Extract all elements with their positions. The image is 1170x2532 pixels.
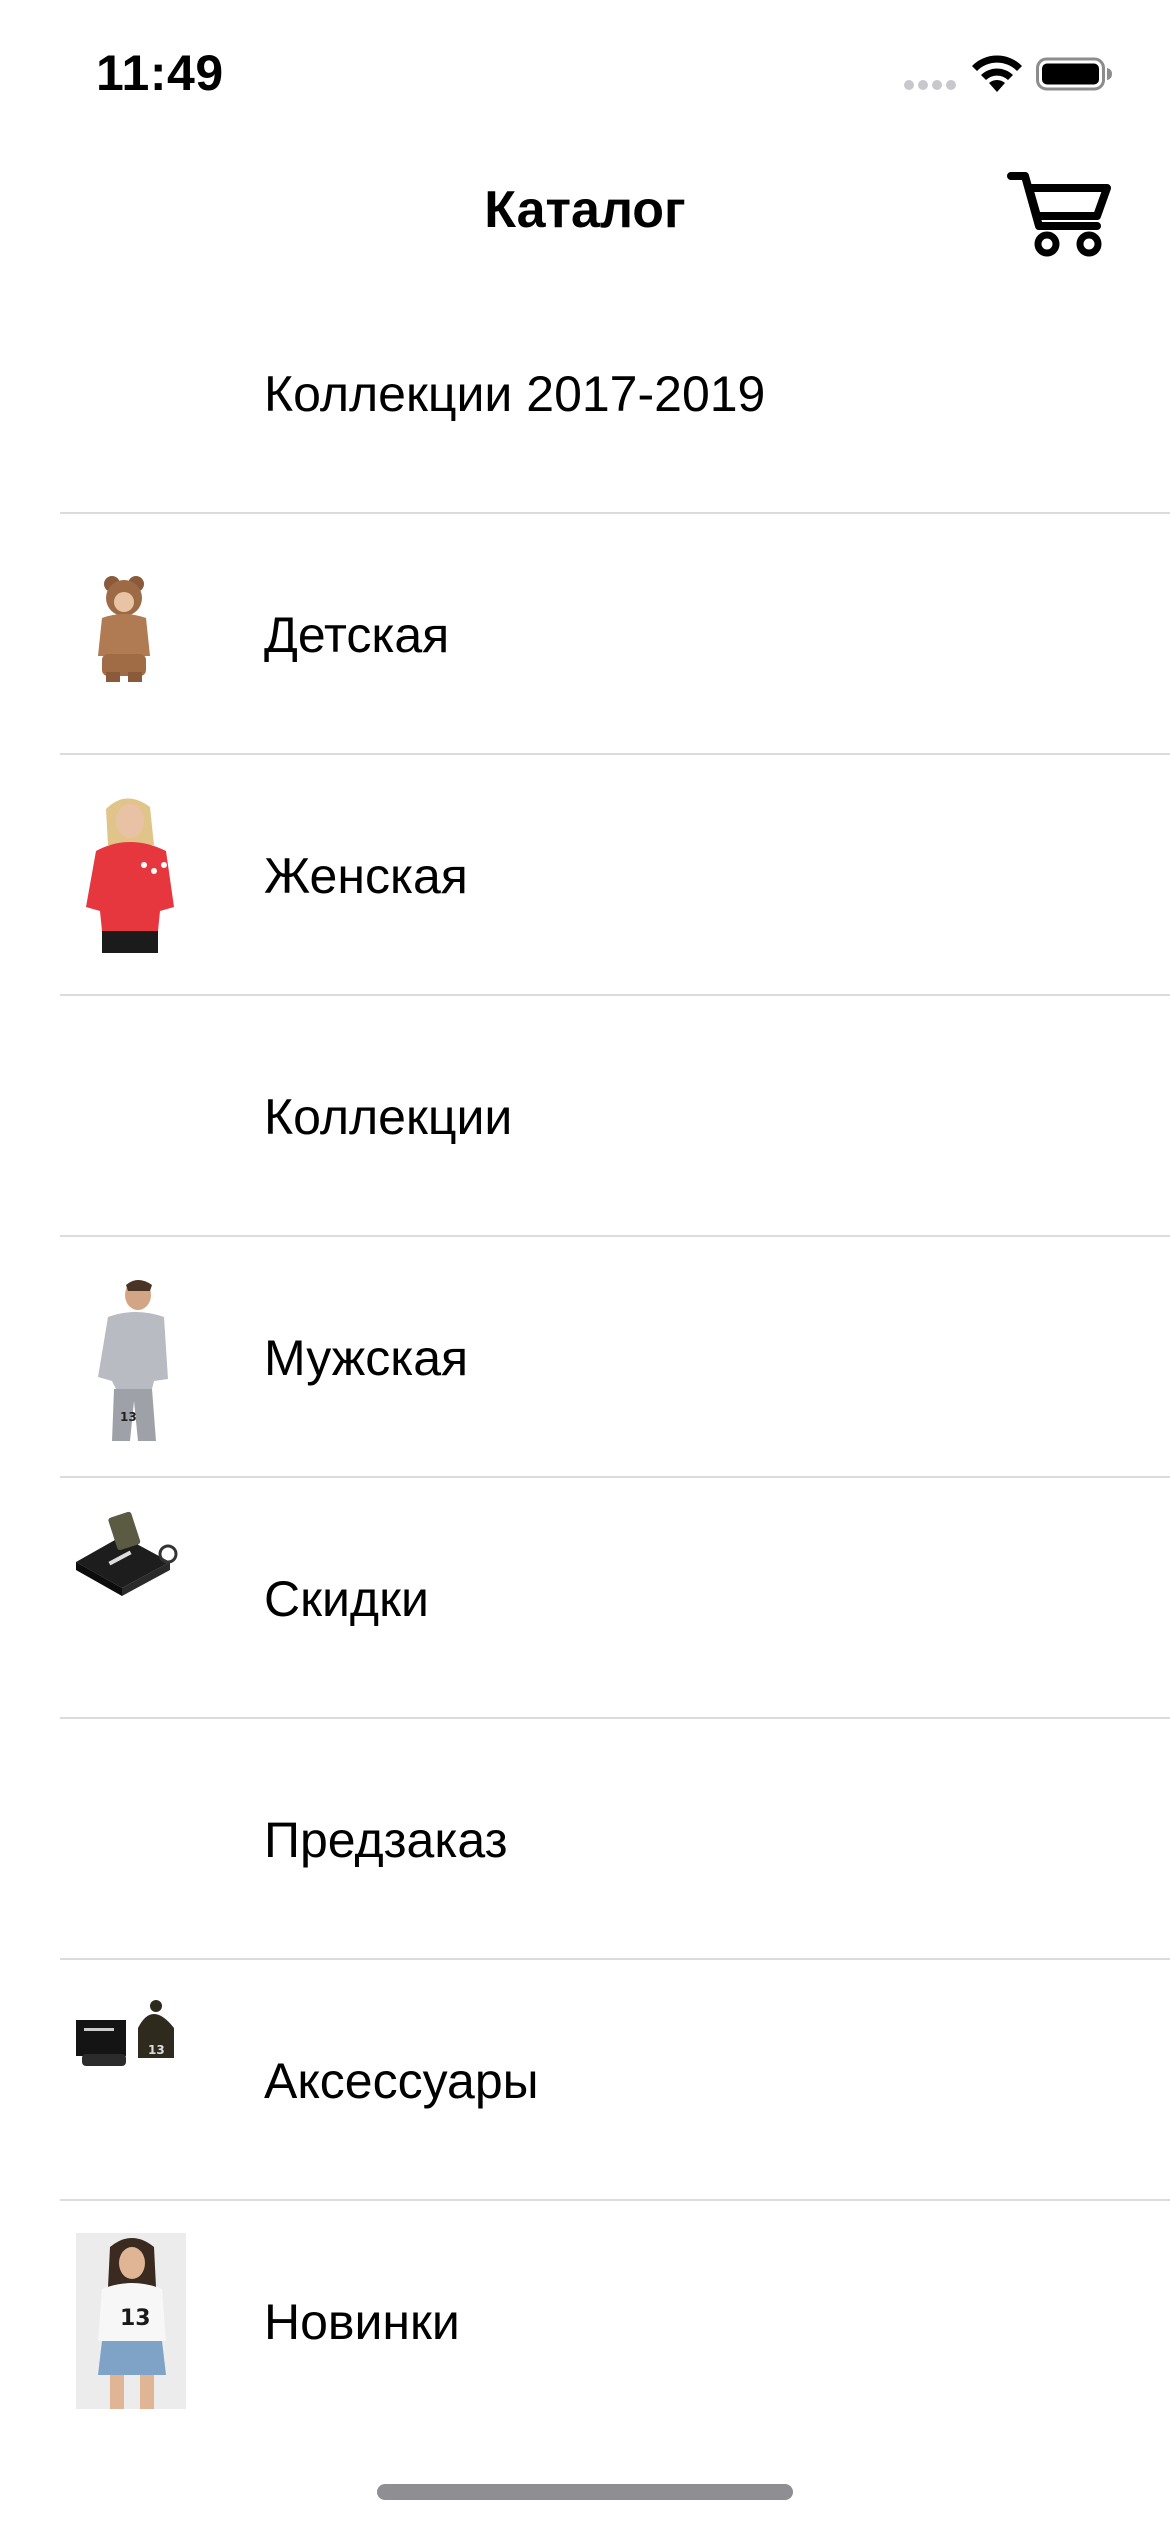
kids-hoodie-photo [98,576,150,682]
signal-dots-icon [904,80,956,90]
list-item-sale[interactable]: Скидки [0,1478,1170,1719]
men-grey-tracksuit-photo: 13 [98,1280,168,1441]
catalog-list: Коллекции 2017-2019 Детская Женская Колл… [0,273,1170,2442]
list-item-label: Мужская [264,1329,469,1386]
list-item-label: Женская [264,847,468,904]
page-title: Каталог [484,181,686,239]
woman-tshirt-13-photo: 13 [76,2233,186,2409]
list-item-preorder[interactable]: Предзаказ [0,1719,1170,1960]
status-time: 11:49 [96,45,224,101]
list-item-women[interactable]: Женская [0,755,1170,996]
women-red-sweatshirt-photo [86,798,174,953]
status-bar: 11:49 [0,0,1170,140]
list-item-label: Аксессуары [264,2052,539,2109]
list-item-kids[interactable]: Детская [0,514,1170,755]
list-item-label: Новинки [264,2293,460,2350]
list-item-label: Коллекции 2017-2019 [264,365,766,422]
list-item-label: Коллекции [264,1088,513,1145]
svg-text:13: 13 [120,2306,151,2331]
list-item-collections-2017-2019[interactable]: Коллекции 2017-2019 [0,273,1170,514]
list-item-label: Предзаказ [264,1811,508,1868]
list-item-accessories[interactable]: 13 Аксессуары [0,1960,1170,2201]
list-item-men[interactable]: 13 Мужская [0,1237,1170,1478]
home-indicator[interactable] [377,2484,793,2500]
battery-icon [1036,57,1112,91]
list-item-label: Детская [264,606,450,663]
navigation-bar: Каталог [0,140,1170,270]
list-item-collections[interactable]: Коллекции [0,996,1170,1237]
beanie-accessories-photo: 13 [76,2000,174,2066]
list-item-new-arrivals[interactable]: 13 Новинки [0,2201,1170,2442]
gift-box-set-photo [76,1511,178,1596]
wifi-icon [972,55,1022,92]
shopping-cart-icon[interactable] [1005,164,1115,260]
list-item-label: Скидки [264,1570,429,1627]
svg-text:13: 13 [148,2043,165,2057]
svg-text:13: 13 [120,1410,137,1424]
